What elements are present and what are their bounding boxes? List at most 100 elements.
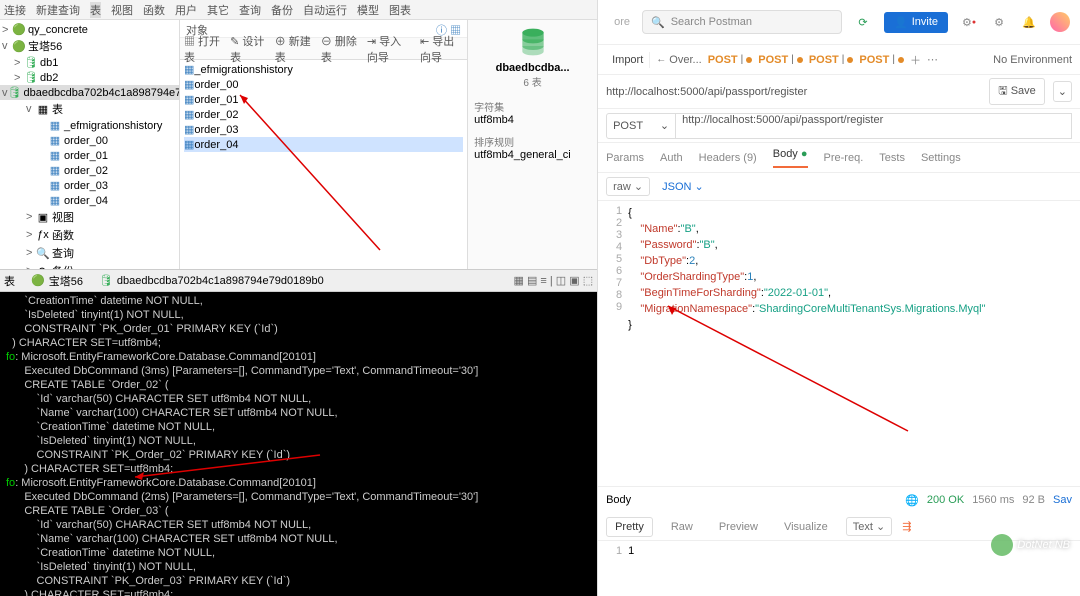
menu-item[interactable]: 连接 xyxy=(4,2,26,18)
resp-tab[interactable]: Visualize xyxy=(776,518,836,536)
collation-label: 排序规则 xyxy=(474,134,591,149)
tree-node[interactable]: ▦order_04 xyxy=(0,193,179,208)
resp-tab[interactable]: Preview xyxy=(711,518,766,536)
save-response[interactable]: Sav xyxy=(1053,494,1072,506)
table-row[interactable]: ▦ order_00 xyxy=(184,77,463,92)
collation-value: utf8mb4_general_ci xyxy=(474,149,591,161)
table-row[interactable]: ▦ _efmigrationshistory xyxy=(184,62,463,77)
menu-item[interactable]: 自动运行 xyxy=(303,2,347,18)
tree-node[interactable]: >🛢db2 xyxy=(0,70,179,85)
status-tabbar: 表 🟢宝塔56 🛢dbaedbcdba702b4c1a898794e79d018… xyxy=(0,270,597,292)
menu-item[interactable]: 备份 xyxy=(271,2,293,18)
url-input[interactable]: http://localhost:5000/api/passport/regis… xyxy=(676,113,1072,139)
save-menu[interactable]: ⌄ xyxy=(1053,81,1072,102)
menu-item[interactable]: 视图 xyxy=(111,2,133,18)
response-body-label[interactable]: Body xyxy=(606,494,631,506)
menu-item[interactable]: 模型 xyxy=(357,2,379,18)
menu-item[interactable]: 用户 xyxy=(175,2,197,18)
table-row[interactable]: ▦ order_01 xyxy=(184,92,463,107)
db-tree[interactable]: >🟢qy_concretev🟢宝塔56>🛢db1>🛢db2v🛢dbaedbcdb… xyxy=(0,20,180,269)
crumb-db[interactable]: dbaedbcdba702b4c1a898794e79d0189b0 xyxy=(117,275,324,287)
tab-overview[interactable]: ← Over... xyxy=(656,54,701,66)
tree-node[interactable]: ▦_efmigrationshistory xyxy=(0,118,179,133)
resp-time: 1560 ms xyxy=(972,494,1014,506)
table-row[interactable]: ▦ order_02 xyxy=(184,107,463,122)
import-button[interactable]: Import xyxy=(606,52,650,68)
tree-node[interactable]: >🟢qy_concrete xyxy=(0,22,179,37)
detail-panel: dbaedbcdba... 6 表 字符集 utf8mb4 排序规则 utf8m… xyxy=(467,20,597,269)
avatar[interactable] xyxy=(1050,12,1070,32)
menu-item[interactable]: 查询 xyxy=(239,2,261,18)
tree-node[interactable]: >🔍查询 xyxy=(0,244,179,262)
tab-req-2[interactable]: POST | xyxy=(758,54,803,66)
subtab[interactable]: Settings xyxy=(921,152,961,164)
tree-node[interactable]: >⟳备份 xyxy=(0,262,179,269)
tab-req-1[interactable]: POST | xyxy=(708,54,753,66)
table-row[interactable]: ▦ order_03 xyxy=(184,122,463,137)
menu-item[interactable]: 其它 xyxy=(207,2,229,18)
request-subtabs[interactable]: Params Auth Headers (9) Body ● Pre-req. Tests… xyxy=(598,143,1080,173)
tree-node[interactable]: >ƒx函数 xyxy=(0,226,179,244)
resp-tab[interactable]: Pretty xyxy=(606,517,653,537)
menubar[interactable]: 连接新建查询表视图函数用户其它查询备份自动运行模型图表 xyxy=(0,0,597,20)
body-lang-select[interactable]: JSON ⌄ xyxy=(662,180,704,193)
tree-node[interactable]: ▦order_03 xyxy=(0,178,179,193)
search-input[interactable]: 🔍 Search Postman xyxy=(642,10,842,34)
request-url: http://localhost:5000/api/passport/regis… xyxy=(606,86,981,98)
subtab[interactable]: Params xyxy=(606,152,644,164)
globe-icon[interactable]: 🌐 xyxy=(905,494,919,507)
database-icon xyxy=(517,26,549,58)
bell-icon[interactable]: 🔔 xyxy=(1020,13,1038,31)
menu-item[interactable]: 图表 xyxy=(389,2,411,18)
subtab[interactable]: Pre-req. xyxy=(824,152,864,164)
invite-button[interactable]: 👤 Invite xyxy=(884,12,948,33)
wrap-icon[interactable]: ⇶ xyxy=(902,520,911,533)
crumb-server[interactable]: 宝塔56 xyxy=(49,273,83,289)
search-placeholder: Search Postman xyxy=(671,16,752,28)
resp-tab[interactable]: Raw xyxy=(663,518,701,536)
new-tab-button[interactable]: ＋ xyxy=(910,52,921,68)
tree-node[interactable]: v🟢宝塔56 xyxy=(0,37,179,55)
save-button[interactable]: 🖫 Save xyxy=(989,78,1045,105)
tree-node[interactable]: >▣视图 xyxy=(0,208,179,226)
postman-pane: ore 🔍 Search Postman ⟳ 👤 Invite ⚙● ⚙ 🔔 I… xyxy=(598,0,1080,596)
sql-console[interactable]: `CreationTime` datetime NOT NULL, `IsDel… xyxy=(0,292,597,596)
tree-node[interactable]: v▦表 xyxy=(0,100,179,118)
subtab[interactable]: Auth xyxy=(660,152,683,164)
db-name: dbaedbcdba... xyxy=(496,62,570,74)
env-selector[interactable]: No Environment xyxy=(993,54,1072,66)
response-panel: Body 🌐 200 OK 1560 ms 92 B Sav PrettyRaw… xyxy=(598,486,1080,596)
charset-label: 字符集 xyxy=(474,99,591,114)
tree-node[interactable]: ▦order_01 xyxy=(0,148,179,163)
annotation-arrow-2 xyxy=(130,447,330,487)
sync-icon[interactable]: ⟳ xyxy=(854,13,872,31)
body-mode-select[interactable]: raw ⌄ xyxy=(606,177,650,196)
person-icon: 👤 xyxy=(894,16,908,29)
tab-req-3[interactable]: POST | xyxy=(809,54,854,66)
subtab[interactable]: Body ● xyxy=(773,148,808,168)
body-editor[interactable]: 123456789 { "Name":"B", "Password":"B", … xyxy=(598,201,1080,486)
subtab[interactable]: Tests xyxy=(879,152,905,164)
menu-item[interactable]: 函数 xyxy=(143,2,165,18)
tab-req-4[interactable]: POST | xyxy=(859,54,904,66)
table-list[interactable]: ▦ _efmigrationshistory▦ order_00▦ order_… xyxy=(180,60,467,269)
tab-menu[interactable]: ⋯ xyxy=(927,53,938,66)
resp-type-select[interactable]: Text ⌄ xyxy=(846,517,892,536)
tree-node[interactable]: ▦order_00 xyxy=(0,133,179,148)
table-row[interactable]: ▦ order_04 xyxy=(184,137,463,152)
settings-icon[interactable]: ⚙ xyxy=(990,13,1008,31)
tree-node[interactable]: v🛢dbaedbcdba702b4c1a898794e79d0189 xyxy=(0,85,179,100)
search-icon: 🔍 xyxy=(651,16,665,29)
menu-item[interactable]: 表 xyxy=(90,2,101,18)
table-toolbar[interactable]: ▦ 打开表✎ 设计表⊕ 新建表⊖ 删除表⇥ 导入向导⇤ 导出向导 xyxy=(180,38,467,60)
subtab[interactable]: Headers (9) xyxy=(699,152,757,164)
table-count: 6 表 xyxy=(523,74,541,89)
method-select[interactable]: POST ⌄ xyxy=(606,113,676,139)
watermark: DotNet NB xyxy=(991,534,1070,556)
menu-item[interactable]: 新建查询 xyxy=(36,2,80,18)
charset-value: utf8mb4 xyxy=(474,114,591,126)
status-code: 200 OK xyxy=(927,494,964,506)
tree-node[interactable]: >🛢db1 xyxy=(0,55,179,70)
notifications-icon[interactable]: ⚙● xyxy=(960,13,978,31)
tree-node[interactable]: ▦order_02 xyxy=(0,163,179,178)
